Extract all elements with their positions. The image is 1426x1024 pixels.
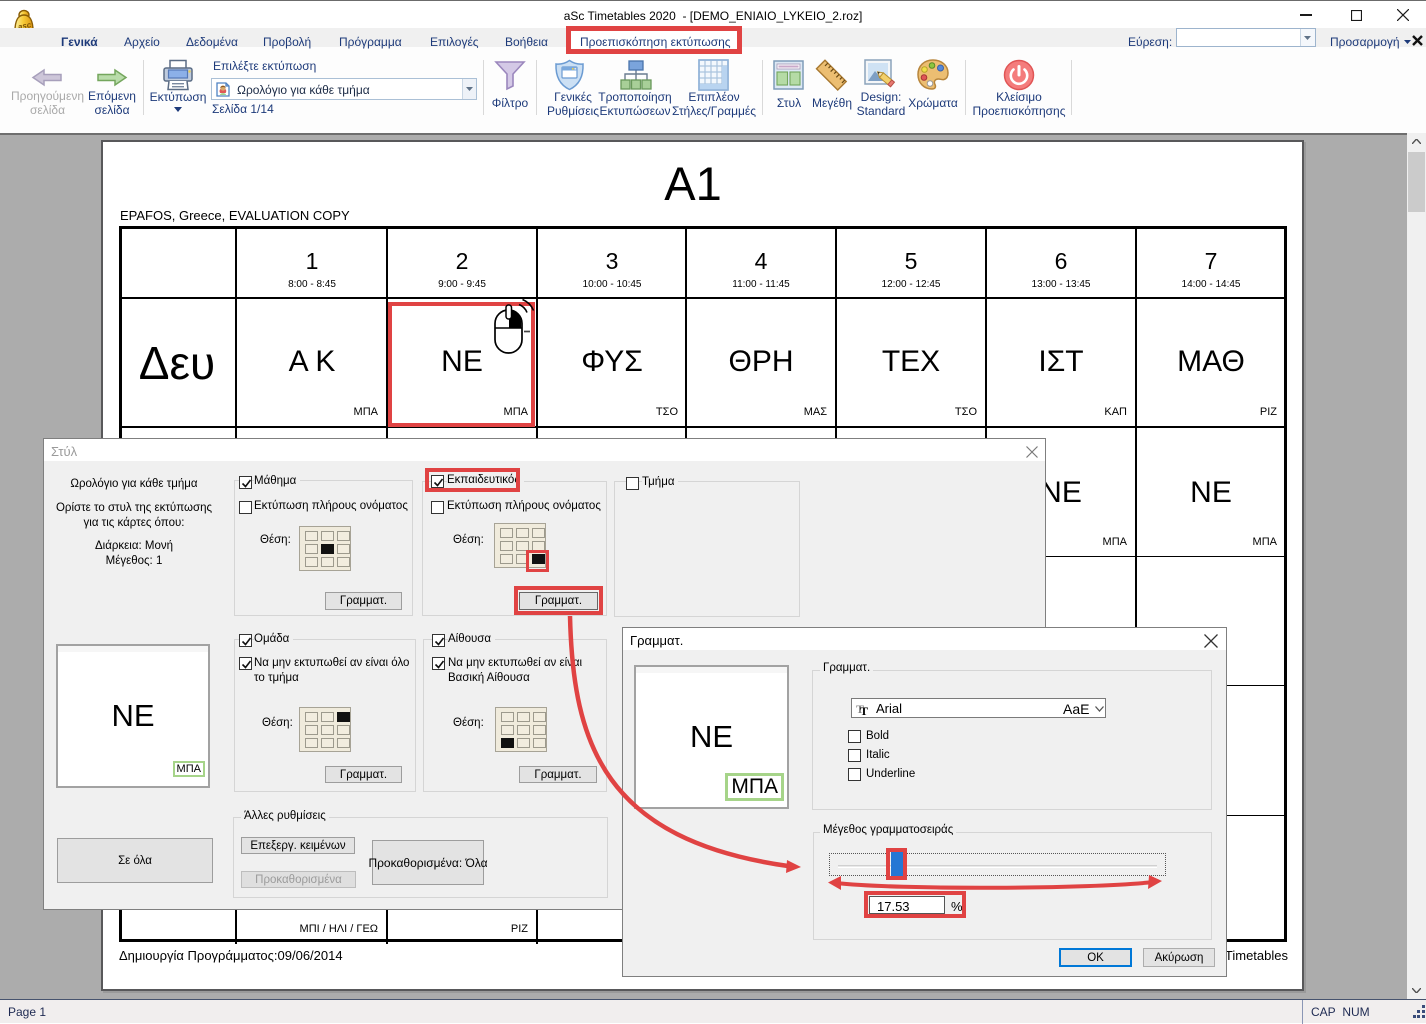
svg-text:T: T: [860, 704, 868, 715]
